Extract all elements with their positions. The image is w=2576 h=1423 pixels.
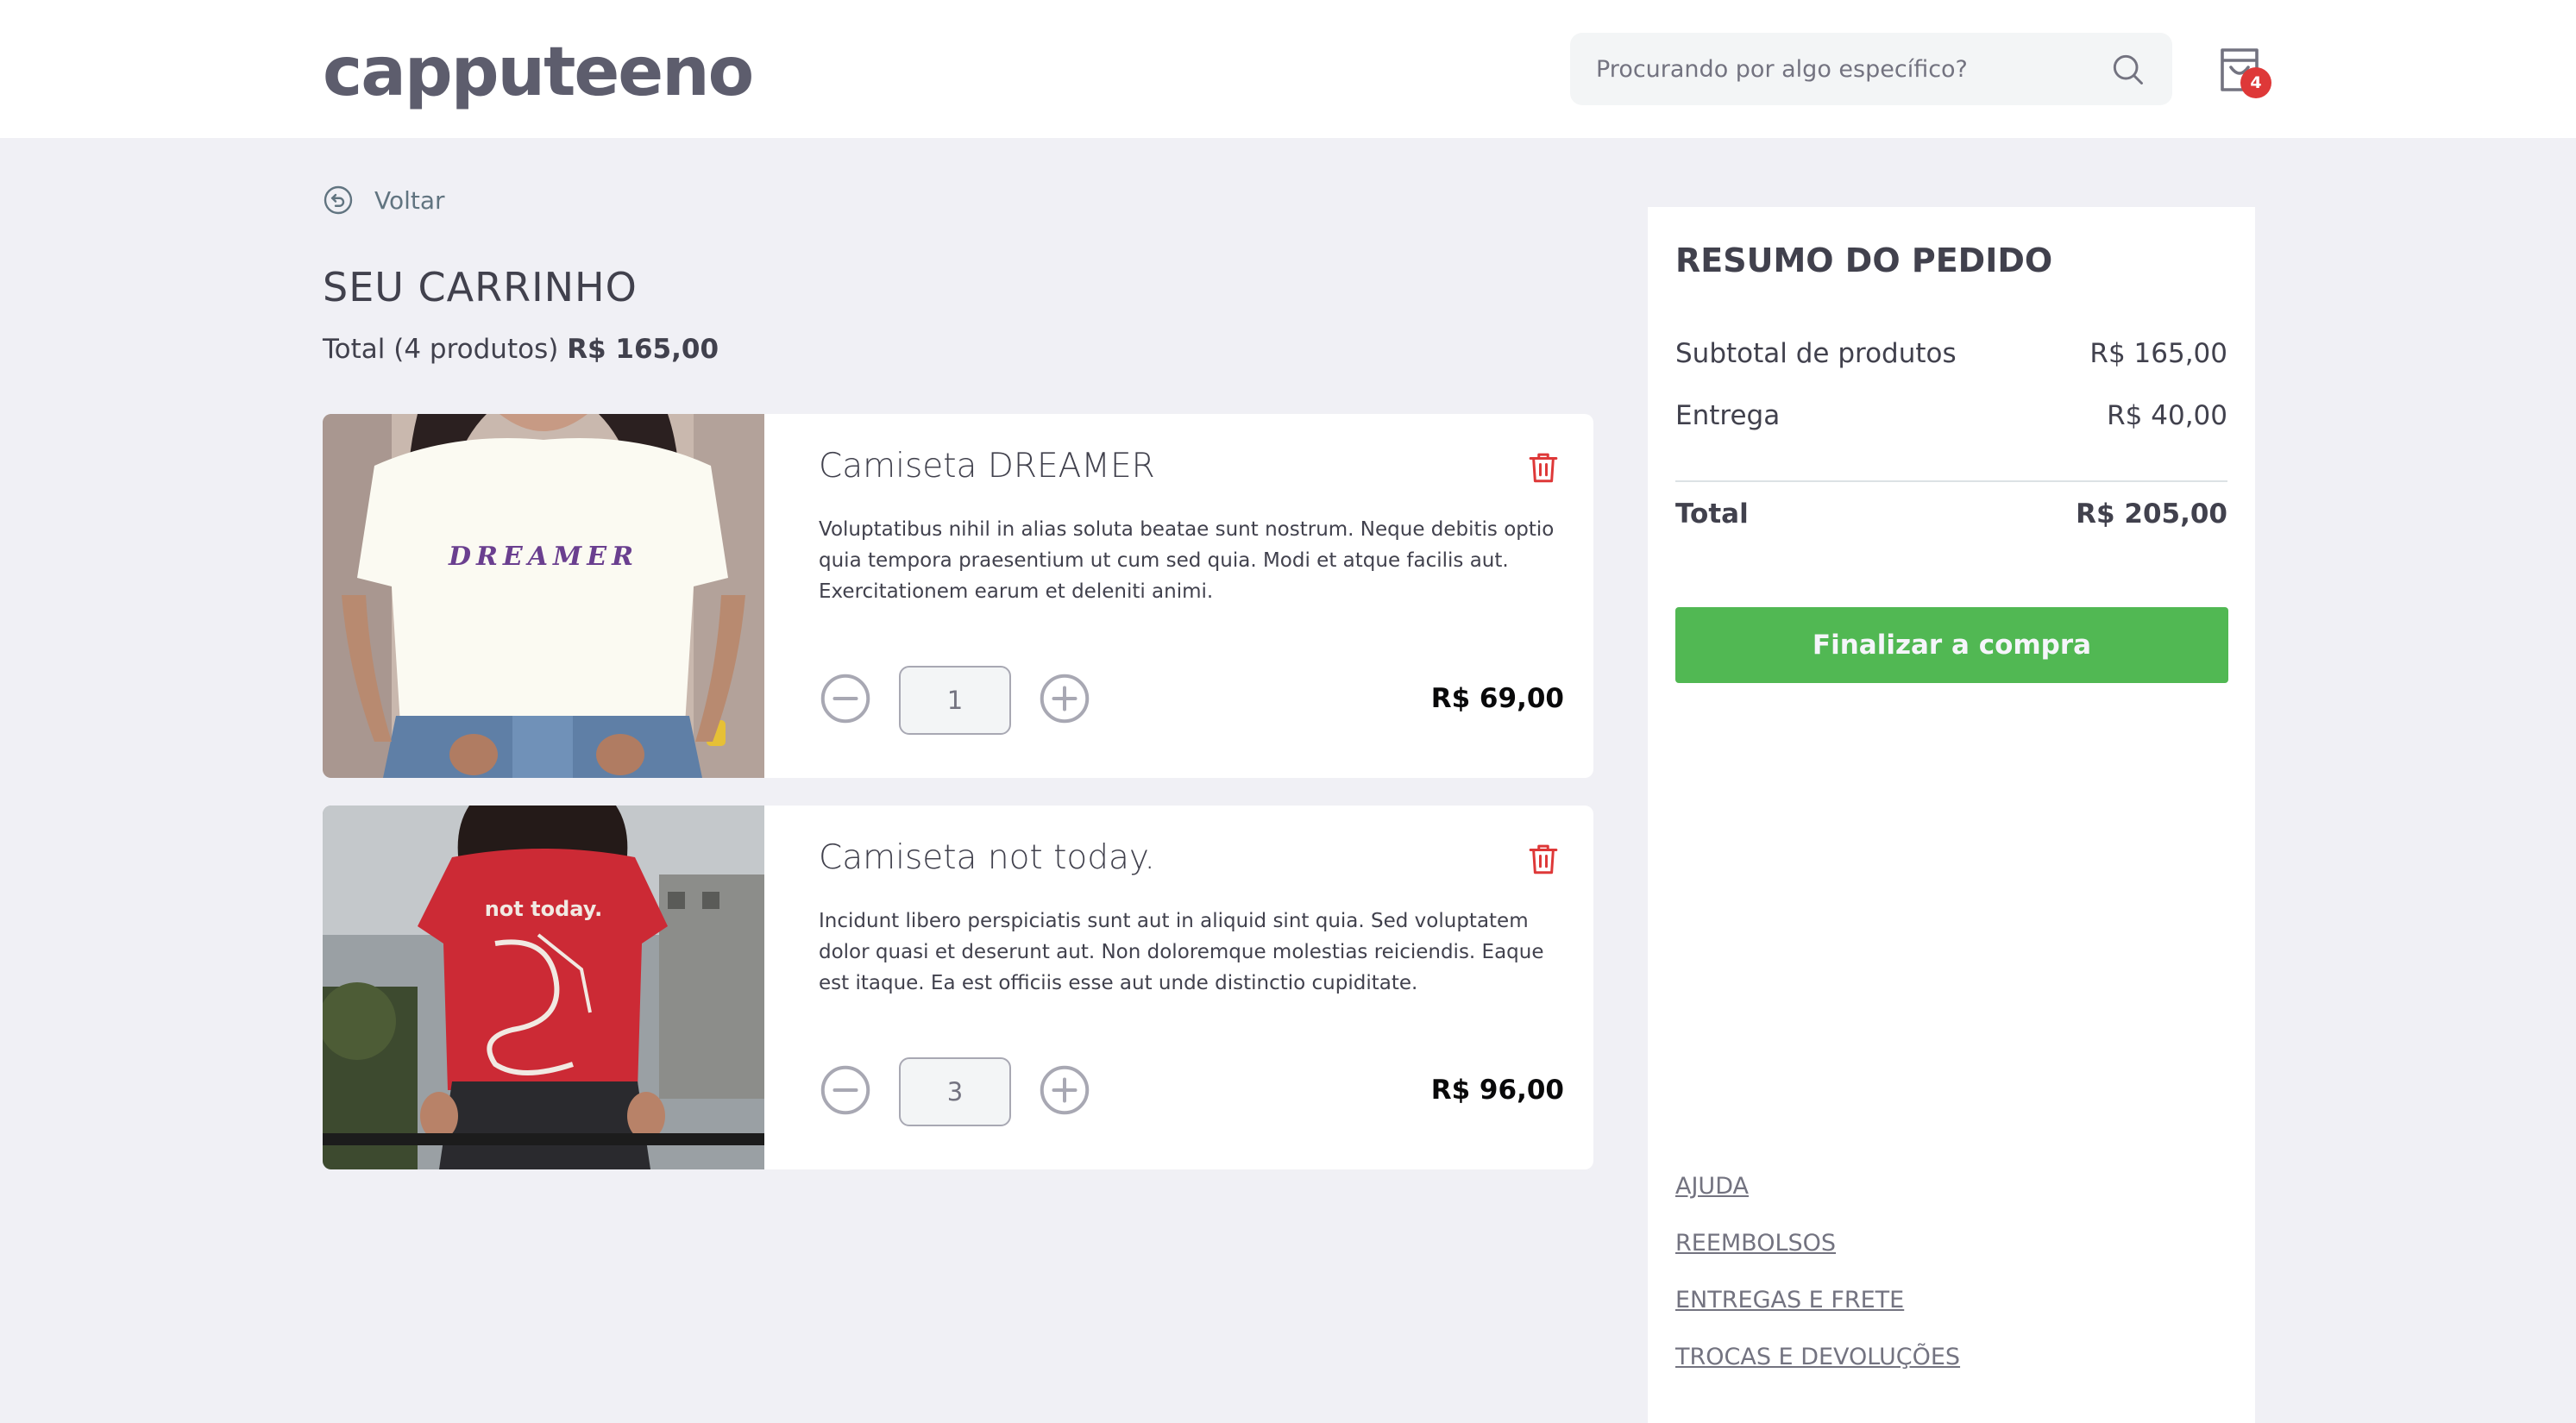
decrease-quantity-icon[interactable] [820,1064,871,1116]
product-title: Camiseta DREAMER [819,447,1155,486]
shirt-print-text: DREAMER [448,542,638,572]
quantity-field[interactable]: 3 [899,1057,1011,1126]
summary-title: RESUMO DO PEDIDO [1675,241,2053,279]
increase-quantity-icon[interactable] [1039,1064,1090,1116]
product-image: DREAMER [323,414,764,778]
link-help[interactable]: AJUDA [1675,1173,1960,1200]
subtotal-row: Subtotal de produtos R$ 165,00 [1675,338,2227,369]
checkout-button[interactable]: Finalizar a compra [1675,607,2228,683]
subtotal-label: Subtotal de produtos [1675,338,1957,369]
shirt-print-text: not today. [485,897,603,921]
total-row: Total R$ 205,00 [1675,498,2227,530]
back-link[interactable]: Voltar [323,185,445,216]
quantity-field[interactable]: 1 [899,666,1011,735]
search-input[interactable]: Procurando por algo específico? [1596,56,2108,83]
back-arrow-icon [324,185,353,215]
total-value: R$ 205,00 [2076,498,2227,530]
product-description: Incidunt libero perspiciatis sunt aut in… [819,910,1544,994]
delivery-label: Entrega [1675,400,1781,431]
cart-total-summary: Total (4 produtos) R$ 165,00 [323,334,719,365]
increase-quantity-icon[interactable] [1039,673,1090,724]
footer-links: AJUDA REEMBOLSOS ENTREGAS E FRETE TROCAS… [1675,1173,1960,1401]
delivery-row: Entrega R$ 40,00 [1675,400,2227,431]
total-label: Total [1675,498,1749,530]
cart-total-value: R$ 165,00 [567,334,719,365]
logo[interactable]: capputeeno [323,31,754,114]
link-returns[interactable]: TROCAS E DEVOLUÇÕES [1675,1344,1960,1371]
product-price: R$ 96,00 [1430,1075,1564,1106]
delivery-value: R$ 40,00 [2107,400,2227,431]
link-shipping[interactable]: ENTREGAS E FRETE [1675,1287,1960,1314]
shirt-shape [418,849,668,1090]
link-refunds[interactable]: REEMBOLSOS [1675,1230,1960,1257]
search-icon[interactable] [2108,50,2146,88]
header: capputeeno Procurando por algo específic… [0,0,2576,138]
order-summary-panel: RESUMO DO PEDIDO Subtotal de produtos R$… [1648,207,2255,1423]
delete-item-icon[interactable] [1525,840,1561,878]
page-title: SEU CARRINHO [323,264,638,310]
product-title: Camiseta not today. [819,838,1155,877]
delete-item-icon[interactable] [1525,448,1561,486]
product-image: not today. [323,806,764,1169]
search-bar[interactable]: Procurando por algo específico? [1570,33,2172,105]
summary-divider [1675,480,2227,482]
product-description: Voluptatibus nihil in alias soluta beata… [819,518,1555,603]
shirt-shape [357,438,728,724]
subtotal-value: R$ 165,00 [2089,338,2227,369]
cart-count-badge: 4 [2240,67,2271,98]
product-price: R$ 69,00 [1430,683,1564,714]
back-label: Voltar [374,185,445,215]
cart-item: DREAMER Camiseta DREAMER Voluptatibus ni… [323,414,1593,778]
decrease-quantity-icon[interactable] [820,673,871,724]
cart-item: not today. Camiseta not today. Incidunt … [323,806,1593,1169]
cart-total-label: Total (4 produtos) [323,334,559,365]
